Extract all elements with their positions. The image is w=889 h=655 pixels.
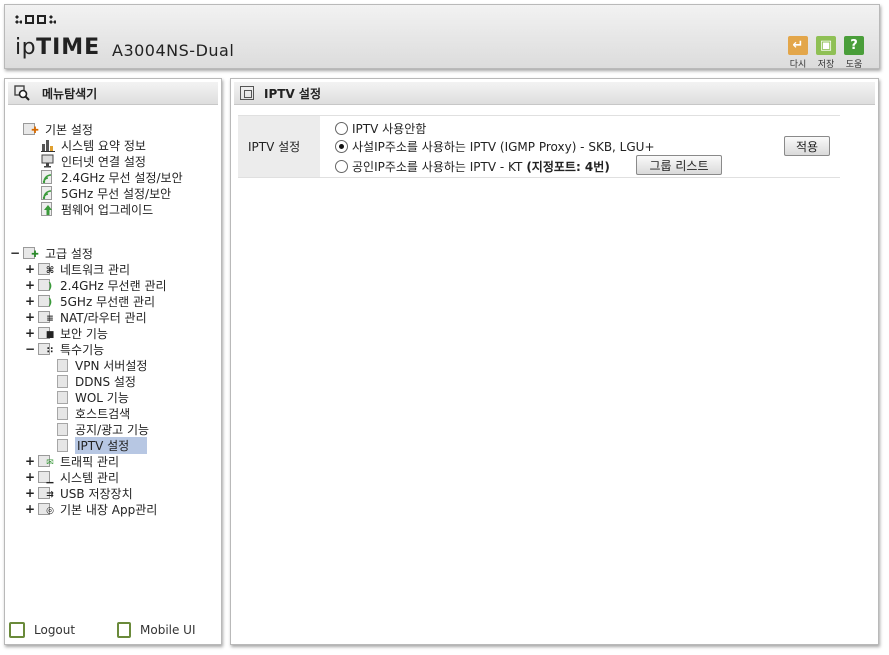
menu-5ghz-wireless[interactable]: 5GHz 무선 설정/보안 xyxy=(41,185,171,201)
wifi-icon xyxy=(41,186,56,200)
expand-icon: + xyxy=(25,470,36,484)
menu-internet-setup[interactable]: 인터넷 연결 설정 xyxy=(41,153,146,169)
expand-icon: + xyxy=(25,502,36,516)
expand-icon: + xyxy=(25,262,36,276)
advanced-settings-folder-icon: ✚ xyxy=(23,246,40,260)
group-list-button[interactable]: 그룹 리스트 xyxy=(636,155,722,175)
basic-settings-folder-icon: ✚ xyxy=(23,122,40,136)
radio-iptv-disabled[interactable] xyxy=(335,122,348,135)
menu-24ghz-wireless[interactable]: 2.4GHz 무선 설정/보안 xyxy=(41,169,183,185)
document-icon xyxy=(57,422,68,436)
document-icon xyxy=(57,390,68,404)
menu-5ghz-wlan-manage[interactable]: + ) 5GHz 무선랜 관리 xyxy=(25,293,155,309)
field-label: IPTV 설정 xyxy=(238,116,320,177)
expand-icon: + xyxy=(25,294,36,308)
document-icon xyxy=(57,406,68,420)
top-header: ipTIME A3004NS-Dual ↵ 다시 ▣ 저장 ? 도움 xyxy=(4,4,880,70)
menu-network-manage[interactable]: + ⌘ 네트워크 관리 xyxy=(25,261,130,277)
save-icon: ▣ xyxy=(816,36,836,55)
iptv-option-public-ip[interactable]: 공인IP주소를 사용하는 IPTV - KT (지정포트: 4번) xyxy=(335,158,610,175)
menu-iptv-settings[interactable]: IPTV 설정 xyxy=(57,436,148,454)
model-name: A3004NS-Dual xyxy=(112,41,235,60)
wifi-icon: ) xyxy=(38,278,55,292)
mobile-icon xyxy=(117,622,131,638)
save-button[interactable]: ▣ 저장 xyxy=(815,36,837,70)
document-icon xyxy=(57,358,68,372)
logout-link[interactable]: Logout xyxy=(9,622,75,638)
menu-security[interactable]: + ■ 보안 기능 xyxy=(25,325,108,341)
usb-icon: ⇉ xyxy=(38,486,55,500)
collapse-icon: − xyxy=(10,246,21,260)
menu-builtin-apps[interactable]: + ◎ 기본 내장 App관리 xyxy=(25,501,157,517)
collapse-icon: − xyxy=(25,342,36,356)
lock-icon: ■ xyxy=(38,326,55,340)
search-icon xyxy=(14,85,30,101)
logout-icon xyxy=(9,622,25,638)
undo-button[interactable]: ↵ 다시 xyxy=(787,36,809,70)
menu-system-manage[interactable]: + ▁ 시스템 관리 xyxy=(25,469,119,485)
router-icon: ≡ xyxy=(38,310,55,324)
logo-mark xyxy=(15,15,56,24)
chart-icon: ▁ xyxy=(38,470,55,484)
apply-button[interactable]: 적용 xyxy=(784,136,830,156)
help-icon: ? xyxy=(844,36,864,55)
menu-explorer: 메뉴탐색기 ✚ 기본 설정 시스템 요약 정보 인터넷 연결 설정 2.4GHz… xyxy=(4,78,222,645)
content-header: IPTV 설정 xyxy=(234,82,875,105)
expand-icon: + xyxy=(25,278,36,292)
network-icon: ⌘ xyxy=(38,262,55,276)
menu-system-summary[interactable]: 시스템 요약 정보 xyxy=(41,137,146,153)
menu-explorer-header: 메뉴탐색기 xyxy=(8,82,218,105)
chart-icon xyxy=(41,138,56,152)
menu-ddns[interactable]: DDNS 설정 xyxy=(57,373,136,389)
page-title: IPTV 설정 xyxy=(264,86,321,101)
special-icon: ∷ xyxy=(38,342,55,356)
tree-advanced-settings[interactable]: − ✚ 고급 설정 xyxy=(10,245,93,261)
iptv-option-disabled[interactable]: IPTV 사용안함 xyxy=(335,120,426,137)
menu-usb-storage[interactable]: + ⇉ USB 저장장치 xyxy=(25,485,133,501)
menu-24ghz-wlan-manage[interactable]: + ) 2.4GHz 무선랜 관리 xyxy=(25,277,167,293)
expand-icon: + xyxy=(25,326,36,340)
menu-special-functions[interactable]: − ∷ 특수기능 xyxy=(25,341,104,357)
wifi-icon: ) xyxy=(38,294,55,308)
app-gear-icon: ◎ xyxy=(38,502,55,516)
menu-nat-router-manage[interactable]: + ≡ NAT/라우터 관리 xyxy=(25,309,147,325)
undo-icon: ↵ xyxy=(788,36,808,55)
menu-notice-ad[interactable]: 공지/광고 기능 xyxy=(57,421,149,437)
expand-icon: + xyxy=(25,486,36,500)
menu-host-search[interactable]: 호스트검색 xyxy=(57,405,130,421)
radio-iptv-public-ip[interactable] xyxy=(335,160,348,173)
document-icon xyxy=(57,374,68,388)
monitor-icon xyxy=(41,154,56,168)
menu-vpn-server[interactable]: VPN 서버설정 xyxy=(57,357,147,373)
selected-menu-label: IPTV 설정 xyxy=(75,436,148,454)
menu-wol[interactable]: WOL 기능 xyxy=(57,389,129,405)
brand-logo: ipTIME xyxy=(15,35,101,60)
tree-basic-settings[interactable]: ✚ 기본 설정 xyxy=(23,121,93,137)
mobile-ui-link[interactable]: Mobile UI xyxy=(117,622,196,638)
wifi-icon xyxy=(41,170,56,184)
menu-traffic-manage[interactable]: + ✉ 트래픽 관리 xyxy=(25,453,119,469)
expand-icon: + xyxy=(25,454,36,468)
expand-icon: + xyxy=(25,310,36,324)
radio-iptv-private-ip[interactable] xyxy=(335,140,348,153)
traffic-icon: ✉ xyxy=(38,454,55,468)
menu-firmware-upgrade[interactable]: 펌웨어 업그레이드 xyxy=(41,201,153,217)
content-panel: IPTV 설정 IPTV 설정 IPTV 사용안함 사설IP주소를 사용하는 I… xyxy=(230,78,879,645)
document-icon xyxy=(57,438,68,452)
iptv-settings-row: IPTV 설정 IPTV 사용안함 사설IP주소를 사용하는 IPTV (IGM… xyxy=(238,115,840,178)
page-icon xyxy=(240,86,254,100)
iptv-option-private-ip[interactable]: 사설IP주소를 사용하는 IPTV (IGMP Proxy) - SKB, LG… xyxy=(335,138,655,155)
help-button[interactable]: ? 도움 xyxy=(843,36,865,70)
upgrade-icon xyxy=(41,202,56,216)
